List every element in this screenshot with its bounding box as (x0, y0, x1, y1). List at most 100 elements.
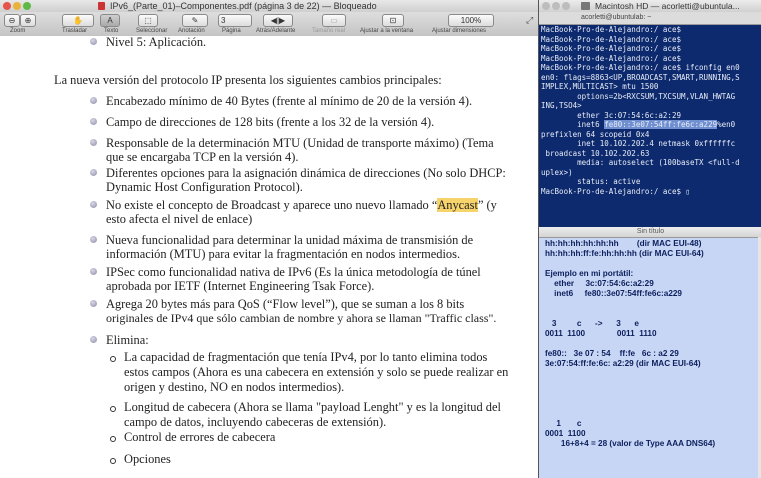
minimize-button[interactable] (552, 2, 560, 10)
window-title: IPv6_(Parte_01)–Componentes.pdf (página … (110, 1, 377, 11)
terminal-line: ING,TSO4> (541, 101, 582, 110)
minimize-button[interactable] (13, 2, 21, 10)
zoom-label: Zoom (10, 28, 26, 34)
terminal-tab[interactable]: acorletti@ubuntulab: ~ (581, 12, 651, 24)
top-item: Nivel 5: Aplicación. (106, 35, 207, 49)
note-line: ether 3c:07:54:6c:a2:29 (545, 279, 654, 288)
list-item: Elimina: (106, 333, 149, 347)
disk-icon (581, 2, 590, 10)
expand-icon[interactable]: ⤢ (526, 15, 533, 26)
note-line: Ejemplo en mi portátil: (545, 269, 634, 278)
notes-window: Sin título hh:hh:hh:hh:hh:hh (dir MAC EU… (538, 227, 761, 478)
bullet-icon (90, 268, 97, 275)
page-label: Página (222, 28, 241, 34)
terminal-titlebar: Macintosh HD — acorletti@ubuntula... (539, 0, 761, 12)
back-icon: ◀ (270, 16, 277, 25)
bullet-icon (90, 97, 97, 104)
pan-button[interactable]: ✋ (62, 14, 94, 27)
page-number-field[interactable] (218, 14, 252, 27)
fit-window-icon: ⊡ (389, 16, 397, 25)
pan-label: Trasladar (62, 28, 88, 34)
terminal-line: media: autoselect (100baseTX <full-d (541, 158, 740, 167)
back-forward-button[interactable]: ◀|▶ (263, 14, 293, 27)
bullet-icon (90, 118, 97, 125)
actual-size-button[interactable]: ▭ (322, 14, 346, 27)
note-line (545, 379, 715, 389)
note-line: 16+8+4 = 28 (valor de Type AAA DNS64) (545, 439, 716, 448)
sub-list-item: La capacidad de fragmentación que tenía … (124, 350, 488, 364)
list-item-continuation: esto afecta el nivel de enlace) (106, 212, 253, 226)
text-tool-button[interactable]: A (100, 14, 120, 27)
zoom-window-button[interactable] (23, 2, 31, 10)
annotate-button[interactable]: ✎ (182, 14, 208, 27)
terminal-text: %en0 (717, 120, 736, 129)
terminal-line: options=2b<RXCSUM,TXCSUM,VLAN_HWTAG (541, 91, 736, 101)
bullet-icon (90, 169, 97, 176)
bullet-icon (90, 336, 97, 343)
note-line: hh:hh:hh:ff:fe:hh:hh:hh (dir MAC EUI-64) (545, 249, 704, 258)
sub-list-item: Longitud de cabecera (Ahora se llama "pa… (124, 400, 501, 414)
list-item-continuation: información (MTU) para evitar la fragmen… (106, 247, 461, 261)
terminal-line: en0: flags=8863<UP,BROADCAST,SMART,RUNNI… (541, 72, 740, 82)
fit-window-button[interactable]: ⊡ (382, 14, 404, 27)
annotate-label: Anotación (178, 28, 205, 34)
note-line (545, 299, 715, 309)
terminal-output[interactable]: MacBook-Pro-de-Alejandro:/ ace$ MacBook-P… (541, 25, 761, 196)
terminal-window: Macintosh HD — acorletti@ubuntula... aco… (538, 0, 761, 227)
highlighted-word: Anycast (437, 198, 478, 212)
terminal-line: MacBook-Pro-de-Alejandro:/ ace$ ifconfig… (541, 63, 740, 72)
note-line (545, 409, 715, 419)
list-item-continuation: Dynamic Host Configuration Protocol). (106, 180, 303, 194)
bullet-icon (90, 201, 97, 208)
select-tool-label: Seleccionar (136, 28, 168, 34)
sub-list-item-continuation: origen y destino, NO en nodos intermedio… (124, 380, 345, 394)
note-line: 1 c (545, 419, 582, 428)
terminal-line: ether 3c:07:54:6c:a2:29 (541, 110, 681, 120)
marquee-icon: ⬚ (144, 16, 152, 25)
actual-size-label: Tamaño real (312, 28, 346, 34)
terminal-line: IMPLEX,MULTICAST> mtu 1500 (541, 82, 659, 91)
note-line: 3 c -> 3 e (545, 319, 639, 328)
note-line (545, 309, 715, 319)
note-line (545, 369, 715, 379)
note-line: inet6 fe80::3e07:54ff:fe6c:a229 (545, 289, 682, 298)
close-button[interactable] (3, 2, 11, 10)
close-button[interactable] (542, 2, 550, 10)
intro-paragraph: La nueva versión del protocolo IP presen… (54, 73, 442, 87)
sub-bullet-icon (110, 458, 116, 464)
notes-text-area[interactable]: hh:hh:hh:hh:hh:hh (dir MAC EUI-48) hh:hh:… (545, 239, 715, 449)
selected-text: fe80::3e07:54ff:fe6c:a229 (604, 120, 718, 129)
terminal-line: prefixlen 64 scopeid 0x4 (541, 129, 650, 139)
terminal-text: inet6 (541, 120, 605, 129)
window-title: Sin título (636, 228, 665, 235)
fit-window-label: Ajustar a la ventana (360, 28, 414, 34)
note-line (545, 399, 715, 409)
list-item-continuation: originales de IPv4 que sólo cambian de n… (106, 311, 497, 325)
window-title: Macintosh HD — acorletti@ubuntula... (595, 1, 740, 11)
fit-dimensions-label: Ajustar dimensiones (432, 28, 487, 34)
bullet-icon (90, 38, 97, 45)
note-line: 0001 1100 (545, 429, 586, 438)
sub-list-item: Control de errores de cabecera (124, 430, 276, 444)
note-line: 3e:07:54:ff:fe:6c: a2:29 (dir MAC EUI-64… (545, 359, 701, 368)
hand-icon: ✋ (73, 16, 83, 25)
terminal-line: inet 10.102.202.4 netmask 0xffffffc (541, 139, 736, 148)
list-item: Encabezado mínimo de 40 Bytes (frente al… (106, 94, 473, 108)
zoom-level-field[interactable] (448, 14, 494, 27)
terminal-line: MacBook-Pro-de-Alejandro:/ ace$ (541, 44, 681, 53)
list-item: Campo de direcciones de 128 bits (frente… (106, 115, 435, 129)
pdf-toolbar: ⊖ ⊕ Zoom ✋ Trasladar A Texto ⬚ Seleccion… (0, 12, 538, 37)
pdf-viewer-window: IPv6_(Parte_01)–Componentes.pdf (página … (0, 0, 538, 478)
note-line (545, 339, 715, 349)
bullet-icon (90, 236, 97, 243)
zoom-out-button[interactable]: ⊖ (4, 14, 20, 27)
list-item-continuation: aprobada por IETF (Internet Engineering … (106, 279, 375, 293)
terminal-line: status: active (541, 177, 641, 186)
actual-size-icon: ▭ (330, 16, 338, 25)
terminal-tab-bar: acorletti@ubuntulab: ~ (539, 12, 761, 25)
note-line (545, 389, 715, 399)
zoom-window-button[interactable] (562, 2, 570, 10)
forward-icon: ▶ (279, 16, 286, 25)
select-tool-button[interactable]: ⬚ (138, 14, 158, 27)
zoom-in-button[interactable]: ⊕ (20, 14, 36, 27)
